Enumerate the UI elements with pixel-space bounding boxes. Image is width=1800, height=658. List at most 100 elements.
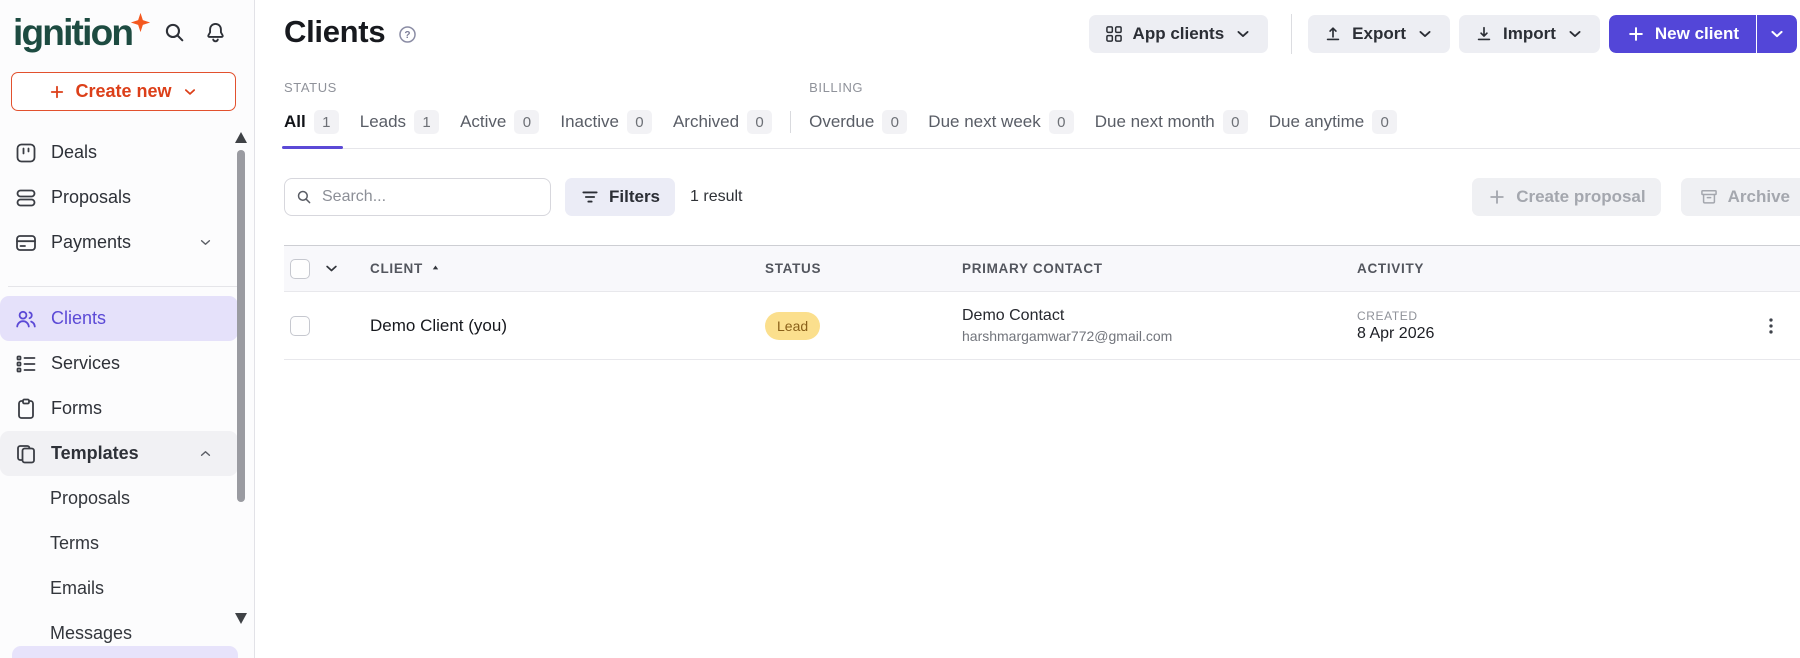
sidebar-subitem-label: Emails <box>50 578 105 598</box>
sidebar-item-services[interactable]: Services <box>0 341 238 386</box>
activity-date: 8 Apr 2026 <box>1357 324 1435 342</box>
import-button[interactable]: Import <box>1459 15 1600 53</box>
status-tab-inactive[interactable]: Inactive 0 <box>560 107 652 137</box>
archive-button[interactable]: Archive <box>1680 178 1800 216</box>
billing-tabs: Overdue 0 Due next week 0 Due next month… <box>809 107 1398 137</box>
chevron-down-icon <box>1419 31 1431 37</box>
sidebar-subitem-emails[interactable]: Emails <box>0 566 238 611</box>
sidebar-subitem-terms[interactable]: Terms <box>0 521 238 566</box>
plus-icon <box>1629 27 1643 41</box>
tab-count: 1 <box>414 110 440 134</box>
scrollbar-arrow-up[interactable] <box>235 132 247 143</box>
activity-label: CREATED <box>1357 308 1418 323</box>
billing-tab-overdue[interactable]: Overdue 0 <box>809 107 908 137</box>
sidebar-item-forms[interactable]: Forms <box>0 386 238 431</box>
new-client-dropdown-button[interactable] <box>1756 15 1797 53</box>
templates-pages-icon <box>14 442 38 466</box>
new-client-button[interactable]: New client <box>1608 15 1756 53</box>
sidebar: ignition Create new Deals Proposals Paym… <box>0 0 255 658</box>
search-box <box>284 178 551 216</box>
upload-icon <box>1326 27 1340 41</box>
tab-label: Archived <box>672 112 740 131</box>
sidebar-scrollbar <box>235 0 247 658</box>
tab-count: 0 <box>747 110 773 134</box>
result-count: 1 result <box>690 188 743 205</box>
sidebar-divider <box>8 286 237 287</box>
sidebar-header: ignition <box>0 0 254 52</box>
export-button[interactable]: Export <box>1308 15 1451 53</box>
tab-label: Overdue <box>809 112 875 131</box>
search-input[interactable] <box>284 178 551 216</box>
billing-tab-due-anytime[interactable]: Due anytime 0 <box>1268 107 1398 137</box>
sidebar-item-payments[interactable]: Payments <box>0 220 238 265</box>
import-label: Import <box>1503 24 1556 43</box>
sidebar-item-deals[interactable]: Deals <box>0 130 238 175</box>
create-proposal-button[interactable]: Create proposal <box>1472 178 1661 216</box>
scrollbar-thumb[interactable] <box>237 150 245 502</box>
tab-count: 0 <box>626 110 652 134</box>
services-list-icon <box>14 352 38 376</box>
sidebar-nav: Deals Proposals Payments Clients Service… <box>0 130 254 656</box>
app-clients-button[interactable]: App clients <box>1088 15 1269 53</box>
notifications-bell-icon[interactable] <box>203 20 228 45</box>
tab-count: 0 <box>1048 110 1074 134</box>
sidebar-item-label: Proposals <box>51 187 132 207</box>
status-tab-active[interactable]: Active 0 <box>460 107 540 137</box>
filter-bar: STATUS All 1 Leads 1 Active 0 Inactive 0… <box>282 80 1800 149</box>
client-name-link[interactable]: Demo Client (you) <box>370 316 765 336</box>
tab-count: 0 <box>1372 110 1398 134</box>
contact-name: Demo Contact <box>962 307 1065 324</box>
tab-label: Due next month <box>1094 112 1215 131</box>
sidebar-subitem-label: Terms <box>50 533 99 553</box>
archive-box-icon <box>1700 190 1717 204</box>
sidebar-item-proposals[interactable]: Proposals <box>0 175 238 220</box>
select-all-checkbox[interactable] <box>290 258 310 279</box>
sidebar-subitem-proposals[interactable]: Proposals <box>0 476 238 521</box>
logo-text: ignition <box>13 11 134 53</box>
scrollbar-arrow-down[interactable] <box>235 613 247 624</box>
sidebar-partial-highlight <box>12 646 238 658</box>
sidebar-item-label: Payments <box>51 232 132 252</box>
new-client-label: New client <box>1654 24 1739 43</box>
billing-tab-due-next-week[interactable]: Due next week 0 <box>928 107 1074 137</box>
export-label: Export <box>1352 24 1407 43</box>
filters-label: Filters <box>609 187 661 206</box>
billing-group-label: BILLING <box>809 80 864 95</box>
row-actions-kebab-icon[interactable] <box>1760 315 1782 337</box>
filters-button[interactable]: Filters <box>565 178 676 216</box>
column-label: CLIENT <box>370 261 423 276</box>
sidebar-subitem-label: Messages <box>50 623 133 643</box>
status-tabs: All 1 Leads 1 Active 0 Inactive 0 Archiv… <box>282 107 773 149</box>
status-group-label: STATUS <box>284 80 337 95</box>
billing-filter-group: BILLING Overdue 0 Due next week 0 Due ne… <box>809 80 1398 148</box>
proposals-icon <box>14 186 38 210</box>
tab-count: 0 <box>882 110 908 134</box>
search-icon[interactable] <box>162 20 187 45</box>
chevron-down-icon[interactable] <box>322 259 370 278</box>
status-tab-all[interactable]: All 1 <box>282 107 343 149</box>
table-row[interactable]: Demo Client (you) Lead Demo Contact hars… <box>284 292 1800 360</box>
app-clients-label: App clients <box>1132 24 1225 43</box>
header-actions: App clients Export Import New client <box>1088 14 1797 54</box>
ignition-logo[interactable]: ignition <box>13 11 151 53</box>
svg-text:?: ? <box>405 30 411 41</box>
sidebar-item-templates[interactable]: Templates <box>0 431 238 476</box>
payments-card-icon <box>14 231 38 255</box>
status-tab-archived[interactable]: Archived 0 <box>672 107 773 137</box>
new-client-split-button: New client <box>1608 15 1797 53</box>
column-header-status: STATUS <box>765 261 822 276</box>
chevron-down-icon <box>1237 31 1249 37</box>
billing-tab-due-next-month[interactable]: Due next month 0 <box>1095 107 1248 137</box>
plus-icon <box>51 85 64 98</box>
chevron-down-icon <box>197 234 214 251</box>
tab-label: Due anytime <box>1268 112 1365 131</box>
help-icon[interactable]: ? <box>397 24 418 45</box>
status-tab-leads[interactable]: Leads 1 <box>360 107 440 137</box>
create-new-button[interactable]: Create new <box>11 72 236 111</box>
column-header-client[interactable]: CLIENT <box>370 261 765 276</box>
tab-label: Due next week <box>928 112 1041 131</box>
column-header-primary-contact: PRIMARY CONTACT <box>962 261 1103 276</box>
table-header-row: CLIENT STATUS PRIMARY CONTACT ACTIVITY <box>284 246 1800 292</box>
sidebar-item-clients[interactable]: Clients <box>0 296 238 341</box>
row-checkbox[interactable] <box>290 315 310 336</box>
